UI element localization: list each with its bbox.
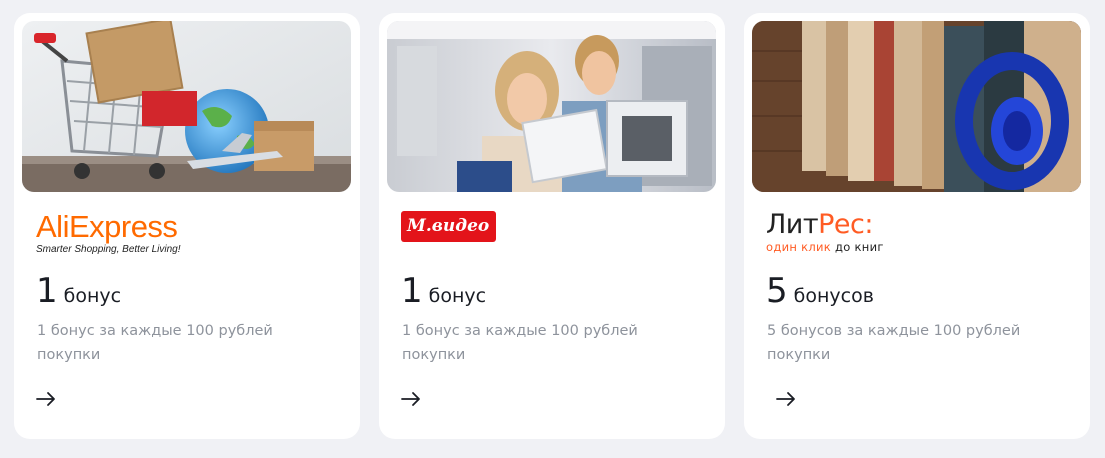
arrow-right-icon[interactable] (774, 388, 800, 410)
bonus-description: 1 бонус за каждые 100 рублей покупки (402, 323, 638, 363)
logo-text: М.видео (401, 211, 497, 242)
mvideo-logo: М.видео (401, 209, 601, 257)
shopping-cart-with-boxes-photo (22, 21, 351, 192)
bonus-unit: бонусов (793, 285, 874, 307)
couple-with-appliances-photo (387, 21, 716, 192)
bonus-amount: 1 бонус (401, 271, 486, 311)
logo-text-rest: Express (68, 209, 178, 244)
logo-tagline: Smarter Shopping, Better Living! (36, 244, 181, 255)
logo-text-rest: Рес: (818, 209, 873, 240)
logo-text-first: Ali (36, 209, 69, 244)
arrow-right-icon[interactable] (399, 388, 425, 410)
litres-logo: ЛитРес: один клик до книг (766, 209, 966, 257)
bonus-number: 5 (766, 271, 788, 311)
bonus-description: 5 бонусов за каждые 100 рублей покупки (767, 323, 1021, 363)
bonus-amount: 5 бонусов (766, 271, 874, 311)
partner-card-litres[interactable]: ЛитРес: один клик до книг 5 бонусов 5 бон… (744, 13, 1090, 439)
bonus-unit: бонус (428, 285, 487, 307)
bonus-description: 1 бонус за каждые 100 рублей покупки (37, 323, 273, 363)
bonus-unit: бонус (63, 285, 122, 307)
books-and-headphones-photo (752, 21, 1081, 192)
aliexpress-logo: AliExpress Smarter Shopping, Better Livi… (36, 209, 236, 257)
bonus-number: 1 (401, 271, 423, 311)
logo-tagline: один клик до книг (766, 240, 884, 254)
bonus-amount: 1 бонус (36, 271, 121, 311)
partner-card-aliexpress[interactable]: AliExpress Smarter Shopping, Better Livi… (14, 13, 360, 439)
arrow-right-icon[interactable] (34, 388, 60, 410)
partner-card-mvideo[interactable]: М.видео 1 бонус 1 бонус за каждые 100 руб… (379, 13, 725, 439)
bonus-number: 1 (36, 271, 58, 311)
logo-text-first: Лит (766, 209, 819, 240)
